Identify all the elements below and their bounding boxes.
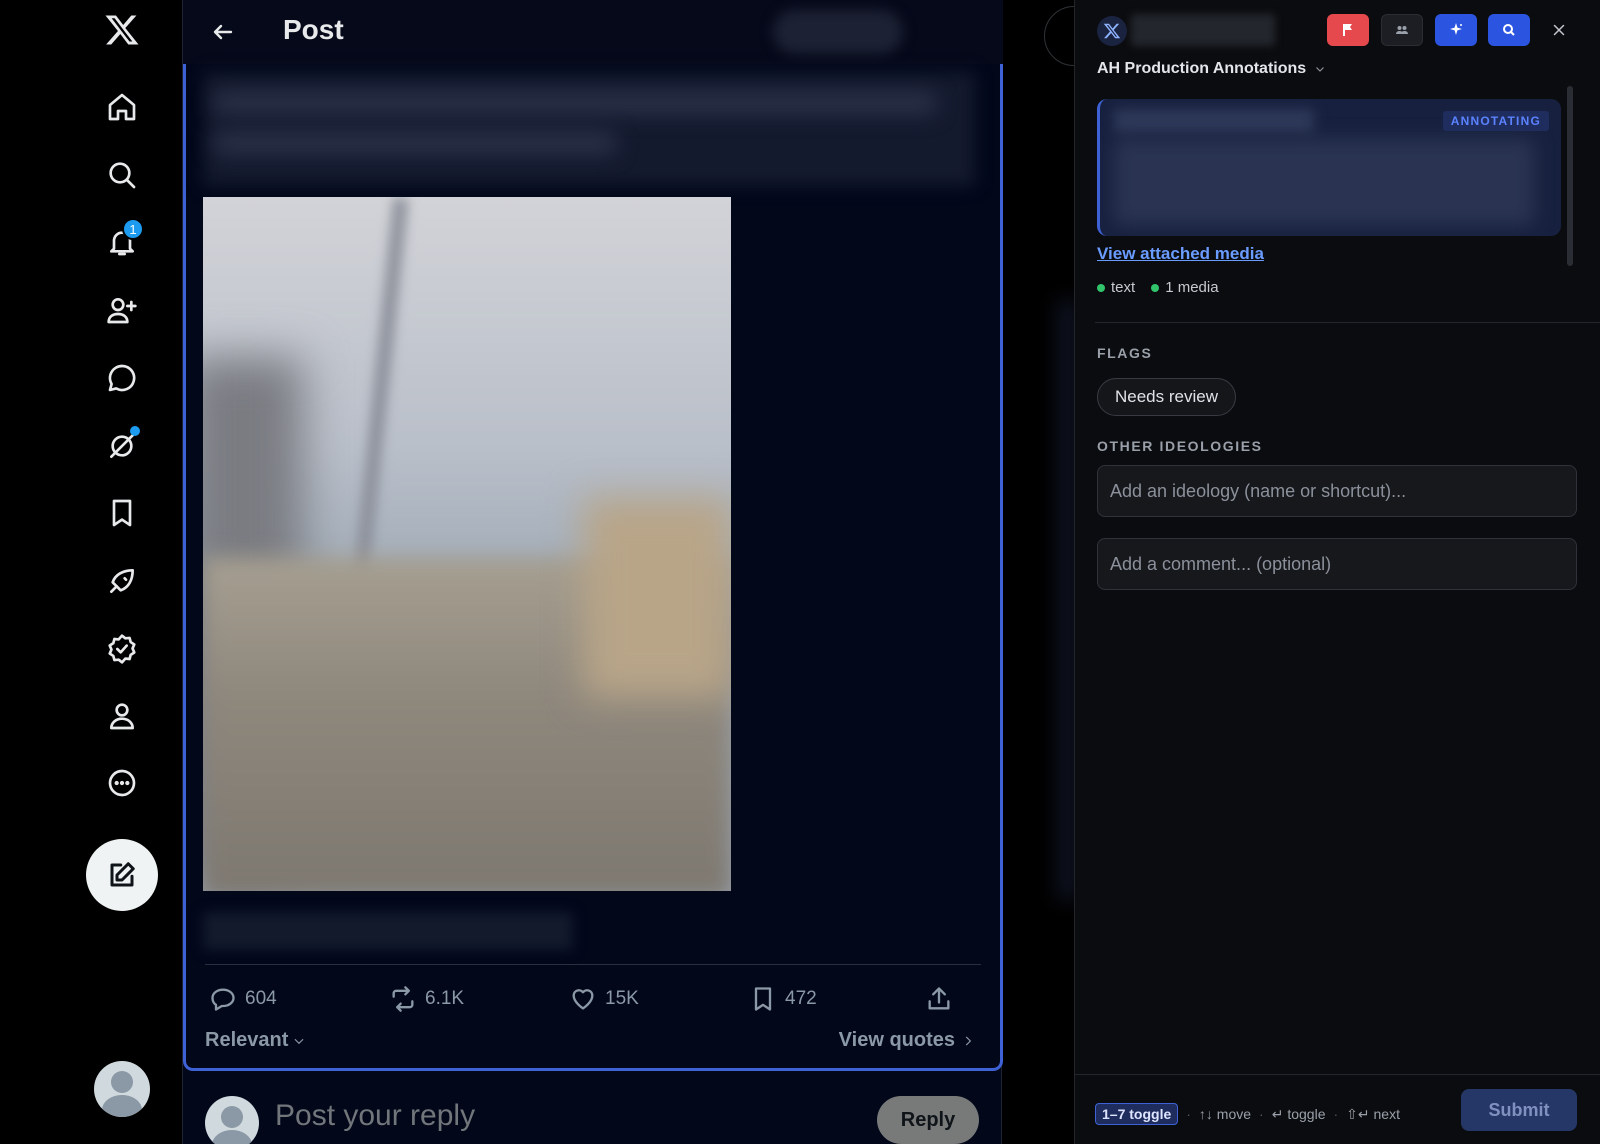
submit-button[interactable]: Submit [1461,1089,1577,1131]
repost-icon [392,986,414,1012]
post-preview-redacted [1114,139,1534,225]
current-post-card[interactable]: ANNOTATING [1097,99,1561,236]
reply-action[interactable]: 604 [209,982,277,1016]
chevron-right-icon [965,1036,972,1045]
chevron-down-icon [1316,67,1325,72]
bookmark-icon [754,987,772,1011]
flag-icon [1343,24,1352,36]
repost-action[interactable]: 6.1K [389,982,464,1016]
divider [1095,322,1600,323]
like-action[interactable]: 15K [569,982,639,1016]
notifications-bell-icon[interactable]: 1 [96,216,148,268]
annotation-panel: AH Production Annotations ANNOTATING Vie… [1074,0,1600,1144]
rocket-icon[interactable] [96,555,148,607]
close-panel-button[interactable] [1545,16,1573,44]
share-icon [928,987,950,1010]
search-icon [1503,24,1515,36]
reply-input[interactable] [275,1096,835,1136]
view-quotes-link[interactable]: View quotes [839,1029,975,1052]
comment-icon [211,988,235,1011]
team-button[interactable] [1381,14,1423,46]
post-column: Post 604 6.1K 15K 472 Relevant View quot… [182,0,1003,1144]
content-tags: text 1 media [1097,279,1219,296]
follow-icon[interactable] [96,284,148,336]
grok-icon[interactable] [96,420,148,472]
page-title: Post [283,14,344,45]
arrow-left-icon [213,24,233,40]
back-button[interactable] [203,12,243,52]
compose-button[interactable] [86,839,158,911]
bookmark-count: 472 [785,988,817,1009]
annotator-name-redacted [1131,14,1275,46]
post-text-line-redacted [215,132,615,154]
header-redacted-button[interactable] [773,10,903,54]
project-selector[interactable]: AH Production Annotations [1097,60,1326,78]
view-quotes-label: View quotes [838,1029,955,1051]
compose-icon [110,862,135,887]
x-logo-icon[interactable] [96,4,148,56]
move-hint: ↑↓ move [1198,1106,1252,1122]
panel-scrollbar[interactable] [1567,86,1573,266]
toggle-hint: ↵ toggle [1271,1105,1326,1122]
repost-count: 6.1K [425,988,465,1009]
reply-button[interactable]: Reply [877,1096,979,1144]
users-icon [1396,26,1408,34]
search-icon[interactable] [96,149,148,201]
divider [205,964,981,965]
panel-toolbar [1075,0,1600,62]
tag-media: 1 media [1151,279,1218,296]
close-icon [1553,24,1565,36]
flags-heading: FLAGS [1097,345,1153,361]
like-count: 15K [605,988,639,1009]
comment-input[interactable] [1097,538,1577,590]
verified-icon[interactable] [96,623,148,675]
post-timestamp-redacted [203,912,573,950]
post-text-line-redacted [215,92,935,114]
account-avatar[interactable] [94,1061,150,1117]
status-badge: ANNOTATING [1442,111,1549,131]
keyboard-hints: 1–7 toggle · ↑↓ move · ↵ toggle · ⇧↵ nex… [1095,1103,1400,1125]
chevron-down-icon [294,1038,304,1044]
search-button[interactable] [1488,14,1530,46]
notification-badge: 1 [122,218,144,240]
panel-footer: 1–7 toggle · ↑↓ move · ↵ toggle · ⇧↵ nex… [1075,1074,1600,1144]
reply-sort-label: Relevant [205,1029,289,1051]
post-text-redacted [203,72,975,186]
project-name: AH Production Annotations [1097,60,1307,77]
home-icon[interactable] [96,81,148,133]
profile-icon[interactable] [96,690,148,742]
bookmark-icon[interactable] [96,487,148,539]
sparkle-icon [1450,23,1462,35]
reply-count: 604 [245,988,277,1009]
messages-icon[interactable] [96,352,148,404]
ai-assist-button[interactable] [1435,14,1477,46]
ideology-input[interactable] [1097,465,1577,517]
next-hint: ⇧↵ next [1346,1105,1400,1122]
heart-icon [572,989,594,1010]
tag-text: text [1097,279,1135,296]
post-header: Post [183,0,1003,64]
other-ideologies-heading: OTHER IDEOLOGIES [1097,438,1263,454]
reply-avatar [205,1096,259,1144]
x-logo-icon [1097,16,1127,46]
reply-composer: Reply [183,1076,1003,1144]
left-navigation: 1 [0,0,180,1144]
more-icon[interactable] [96,757,148,809]
grok-dot [130,426,140,436]
reply-sort-dropdown[interactable]: Relevant [205,1029,306,1052]
post-media-image[interactable] [203,197,731,891]
needs-review-chip[interactable]: Needs review [1097,378,1236,416]
toggle-shortcut-hint: 1–7 toggle [1095,1103,1179,1125]
bookmark-action[interactable]: 472 [749,982,817,1016]
post-author-redacted [1114,109,1314,133]
view-attached-media-link[interactable]: View attached media [1097,244,1264,264]
share-action[interactable] [925,982,953,1016]
flag-button[interactable] [1327,14,1369,46]
